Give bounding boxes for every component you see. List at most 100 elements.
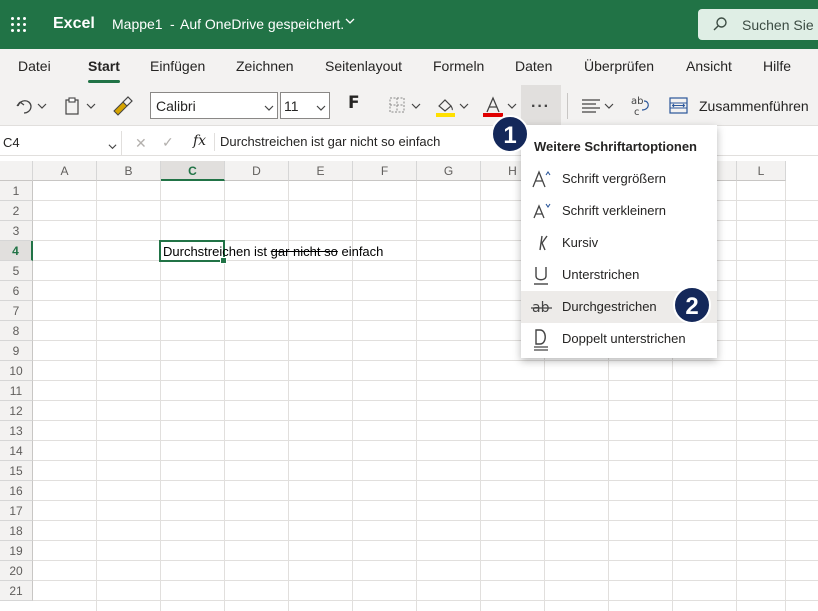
borders-button[interactable] [386, 93, 424, 119]
column-header-g[interactable]: G [417, 161, 481, 181]
row-header-17[interactable]: 17 [0, 501, 33, 521]
column-header-c[interactable]: C [161, 161, 225, 181]
ribbon-divider [567, 93, 568, 119]
align-button[interactable] [578, 93, 618, 119]
app-name[interactable]: Excel [53, 15, 95, 33]
grid-line [785, 181, 786, 611]
grid-line [33, 400, 818, 401]
menu-item-double-underline[interactable]: Doppelt unterstrichen [521, 323, 717, 355]
chevron-down-icon [264, 100, 274, 111]
tab-daten[interactable]: Daten [515, 58, 552, 74]
chevron-down-icon [108, 138, 117, 150]
fill-color-button[interactable] [432, 93, 472, 119]
menu-title: Weitere Schriftartoptionen [534, 139, 698, 154]
insert-function-button[interactable]: fx [193, 133, 206, 149]
row-header-7[interactable]: 7 [0, 301, 33, 321]
search-box[interactable]: Suchen Sie e [698, 9, 818, 40]
undo-button[interactable] [14, 93, 50, 119]
app-launcher-icon[interactable] [11, 17, 27, 33]
grid-line [33, 380, 818, 381]
menu-item-italic[interactable]: Kursiv [521, 227, 717, 259]
grid-line [736, 181, 737, 611]
column-header-d[interactable]: D [225, 161, 289, 181]
row-header-4[interactable]: 4 [0, 241, 33, 261]
save-status[interactable]: Auf OneDrive gespeichert. [180, 16, 344, 32]
italic-icon [531, 231, 553, 255]
grid-line [33, 520, 818, 521]
tab-start[interactable]: Start [88, 58, 120, 83]
grid-line [96, 181, 97, 611]
align-icon [582, 99, 614, 113]
row-header-10[interactable]: 10 [0, 361, 33, 381]
svg-text:c: c [634, 107, 640, 118]
row-header-8[interactable]: 8 [0, 321, 33, 341]
document-name[interactable]: Mappe1 [112, 16, 163, 32]
column-header-f[interactable]: F [353, 161, 417, 181]
tab-ansicht[interactable]: Ansicht [686, 58, 732, 74]
tab-hilfe[interactable]: Hilfe [763, 58, 791, 74]
row-header-15[interactable]: 15 [0, 461, 33, 481]
column-header-e[interactable]: E [289, 161, 353, 181]
row-header-19[interactable]: 19 [0, 541, 33, 561]
wrap-text-button[interactable]: ab c [628, 93, 652, 119]
bold-button[interactable]: F [348, 93, 360, 113]
check-icon[interactable]: ✓ [162, 134, 174, 151]
row-header-12[interactable]: 12 [0, 401, 33, 421]
row-header-16[interactable]: 16 [0, 481, 33, 501]
menu-item-font-shrink[interactable]: Schrift verkleinern [521, 195, 717, 227]
svg-text:ab: ab [631, 96, 643, 107]
underline-icon [531, 263, 553, 287]
tab-zeichnen[interactable]: Zeichnen [236, 58, 294, 74]
grid-line [33, 500, 818, 501]
row-header-14[interactable]: 14 [0, 441, 33, 461]
paste-button[interactable] [62, 93, 100, 119]
tab-formeln[interactable]: Formeln [433, 58, 484, 74]
clipboard-icon [65, 97, 79, 115]
ribbon-tabs: Datei Start Einfügen Zeichnen Seitenlayo… [0, 49, 818, 85]
column-header-b[interactable]: B [97, 161, 161, 181]
borders-icon [389, 97, 421, 113]
merge-label[interactable]: Zusammenführen [699, 98, 809, 114]
menu-item-label: Schrift vergrößern [562, 171, 667, 186]
font-size-select[interactable]: 11 [280, 92, 330, 119]
column-header-l[interactable]: L [737, 161, 786, 181]
formula-input[interactable]: Durchstreichen ist gar nicht so einfach [220, 134, 440, 149]
font-size-value: 11 [284, 98, 299, 114]
cancel-icon[interactable]: ✕ [135, 135, 147, 152]
row-header-1[interactable]: 1 [0, 181, 33, 201]
row-header-20[interactable]: 20 [0, 561, 33, 581]
row-header-13[interactable]: 13 [0, 421, 33, 441]
select-all-corner[interactable] [0, 161, 33, 181]
row-header-2[interactable]: 2 [0, 201, 33, 221]
font-name-select[interactable]: Calibri [150, 92, 278, 119]
row-header-11[interactable]: 11 [0, 381, 33, 401]
menu-item-font-grow[interactable]: Schrift vergrößern [521, 163, 717, 195]
row-header-21[interactable]: 21 [0, 581, 33, 601]
row-header-5[interactable]: 5 [0, 261, 33, 281]
row-header-9[interactable]: 9 [0, 341, 33, 361]
chevron-down-icon[interactable] [345, 16, 355, 29]
row-header-3[interactable]: 3 [0, 221, 33, 241]
row-header-6[interactable]: 6 [0, 281, 33, 301]
grid-line [33, 600, 818, 601]
cell-text-part1: Durchstreichen ist [163, 244, 271, 259]
column-header-a[interactable]: A [33, 161, 97, 181]
tab-seitenlayout[interactable]: Seitenlayout [325, 58, 402, 74]
font-grow-icon [531, 167, 553, 191]
tab-datei[interactable]: Datei [18, 58, 51, 74]
format-painter-button[interactable] [110, 93, 136, 119]
grid-line [33, 540, 818, 541]
merge-cells-button[interactable] [667, 93, 691, 119]
name-box-value: C4 [3, 135, 20, 150]
more-font-options-button[interactable]: ··· [521, 85, 561, 126]
grid-line [480, 181, 481, 611]
tab-einfuegen[interactable]: Einfügen [150, 58, 205, 74]
strikethrough-icon: ab [531, 295, 553, 319]
title-separator: - [170, 16, 175, 32]
grid-line [33, 480, 818, 481]
name-box[interactable]: C4 [0, 131, 122, 155]
menu-item-label: Kursiv [562, 235, 599, 250]
tab-ueberpruefen[interactable]: Überprüfen [584, 58, 654, 74]
more-options-icon: ··· [531, 98, 550, 115]
row-header-18[interactable]: 18 [0, 521, 33, 541]
